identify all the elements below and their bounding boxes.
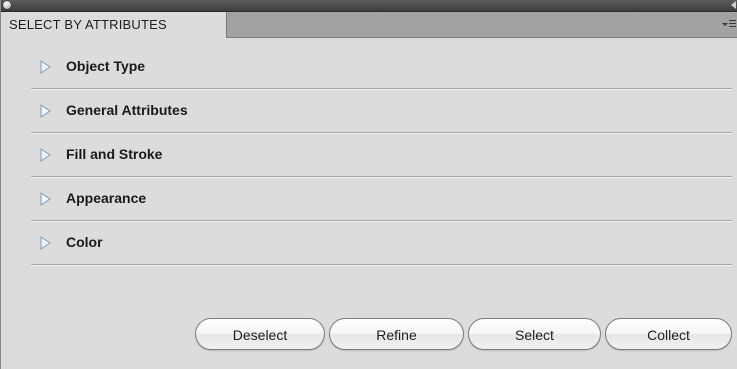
section-color[interactable]: Color	[31, 221, 732, 265]
close-icon[interactable]	[3, 1, 11, 9]
collapse-arrow-icon[interactable]	[731, 1, 736, 9]
section-label: Color	[66, 234, 103, 250]
collect-button[interactable]: Collect	[605, 318, 732, 350]
tab-row: SELECT BY ATTRIBUTES	[1, 12, 737, 38]
disclosure-triangle-icon[interactable]	[40, 192, 51, 206]
section-object-type[interactable]: Object Type	[31, 45, 732, 89]
select-button[interactable]: Select	[468, 318, 601, 350]
section-fill-and-stroke[interactable]: Fill and Stroke	[31, 133, 732, 177]
refine-button[interactable]: Refine	[329, 318, 464, 350]
disclosure-triangle-icon[interactable]	[40, 60, 51, 74]
tab-joint	[1, 37, 226, 38]
section-appearance[interactable]: Appearance	[31, 177, 732, 221]
menu-lines-icon	[729, 20, 736, 29]
attribute-sections: Object Type General Attributes Fill and …	[31, 58, 732, 265]
section-label: Object Type	[66, 58, 146, 74]
section-label: Fill and Stroke	[66, 146, 163, 162]
tab-select-by-attributes[interactable]: SELECT BY ATTRIBUTES	[1, 12, 227, 37]
disclosure-triangle-icon[interactable]	[40, 148, 51, 162]
deselect-button[interactable]: Deselect	[195, 318, 325, 350]
button-row: Deselect Refine Select Collect	[1, 318, 737, 352]
disclosure-triangle-icon[interactable]	[40, 104, 51, 118]
disclosure-triangle-icon[interactable]	[40, 236, 51, 250]
panel-menu-icon[interactable]	[722, 19, 736, 31]
panel-title-bar[interactable]	[1, 0, 737, 12]
section-general-attributes[interactable]: General Attributes	[31, 89, 732, 133]
section-label: Appearance	[66, 190, 147, 206]
section-label: General Attributes	[66, 102, 188, 118]
select-by-attributes-panel: SELECT BY ATTRIBUTES Object Type General…	[0, 0, 737, 369]
menu-triangle-icon	[722, 23, 728, 26]
